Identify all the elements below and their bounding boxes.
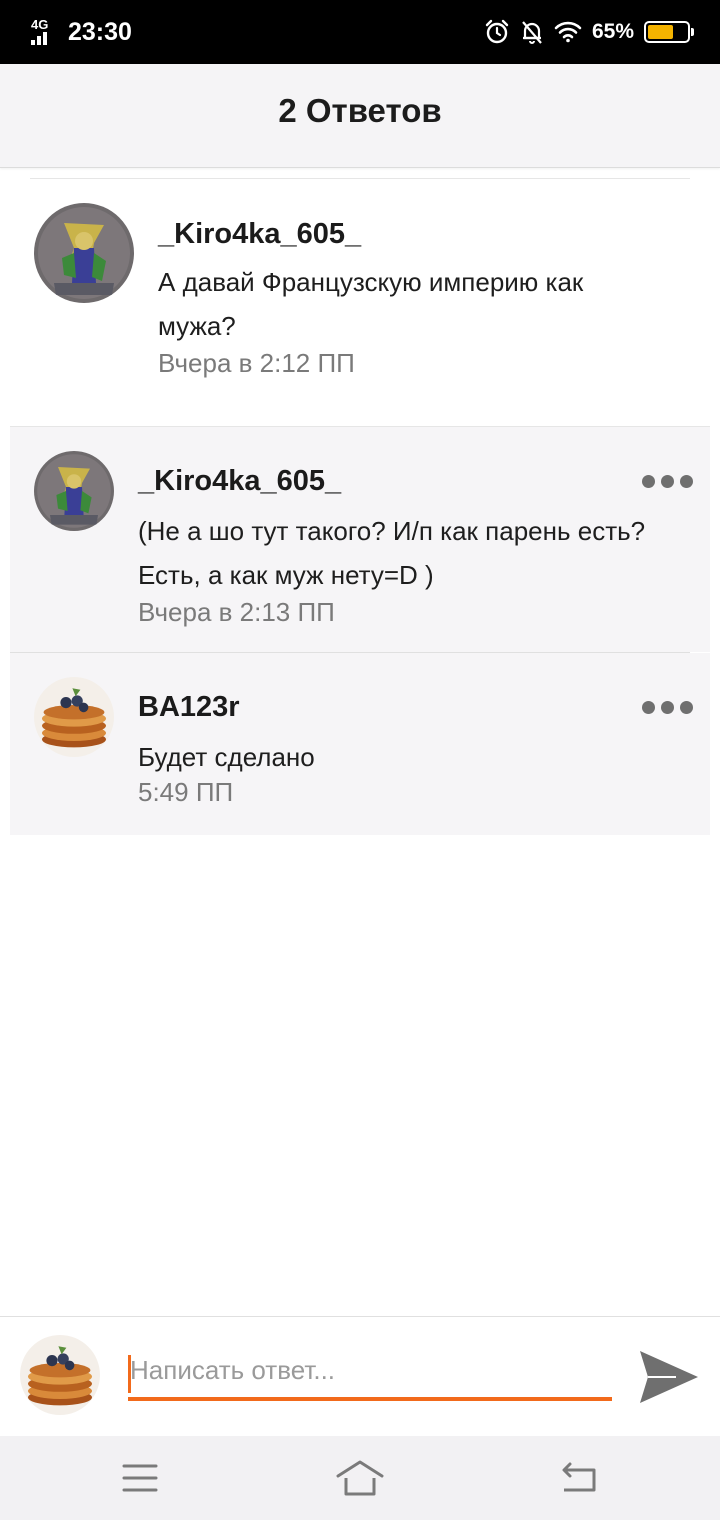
text-cursor [128, 1355, 131, 1393]
reply-time: Вчера в 2:13 ПП [138, 597, 335, 627]
more-options-icon[interactable] [642, 701, 693, 714]
avatar-image [20, 1335, 100, 1415]
comment-author[interactable]: _Kiro4ka_605_ [158, 218, 361, 251]
home-icon[interactable] [330, 1454, 390, 1502]
menu-icon[interactable] [110, 1454, 170, 1502]
divider [30, 178, 690, 179]
status-bar: 4G 23:30 65% [0, 0, 720, 64]
comment-text: А давай Французскую империю как мужа? [158, 267, 584, 341]
reply-text: Будет сделано [138, 742, 315, 772]
network-signal-icon: 4G [30, 17, 56, 47]
reply-author[interactable]: BA123r [138, 691, 240, 724]
back-icon[interactable] [550, 1454, 610, 1502]
avatar[interactable] [34, 451, 114, 531]
alarm-icon [485, 19, 509, 44]
send-icon[interactable] [636, 1347, 702, 1407]
status-time: 23:30 [68, 17, 132, 46]
avatar-image [34, 203, 134, 303]
avatar[interactable] [34, 677, 114, 757]
battery-level-fill [648, 25, 673, 39]
bell-off-icon [522, 21, 542, 44]
avatar[interactable] [34, 203, 134, 303]
avatar-image [34, 451, 114, 531]
reply-item: BA123r Будет сделано 5:49 ПП [10, 653, 710, 835]
network-type: 4G [31, 17, 49, 32]
comment-thread-screen: 4G 23:30 65% 2 Ответов _Kiro4ka_605_ А д… [0, 0, 720, 1520]
reply-time: 5:49 ПП [138, 777, 234, 807]
reply-text: (Не а шо тут такого? И/п как парень есть… [138, 516, 646, 590]
reply-input[interactable] [128, 1343, 612, 1401]
reply-author[interactable]: _Kiro4ka_605_ [138, 465, 341, 498]
more-options-icon[interactable] [642, 475, 693, 488]
main-comment: _Kiro4ka_605_ А давай Французскую импери… [0, 180, 720, 425]
battery-icon [644, 21, 694, 43]
system-nav-bar [0, 1436, 720, 1520]
page-title: 2 Ответов [278, 92, 442, 129]
wifi-icon [554, 21, 582, 43]
reply-item: _Kiro4ka_605_ (Не а шо тут такого? И/п к… [10, 426, 710, 652]
my-avatar [20, 1335, 100, 1415]
header: 2 Ответов [0, 64, 720, 168]
battery-percent: 65% [591, 20, 634, 43]
reply-composer [0, 1316, 720, 1436]
avatar-image [34, 677, 114, 757]
comment-time: Вчера в 2:12 ПП [158, 348, 355, 378]
